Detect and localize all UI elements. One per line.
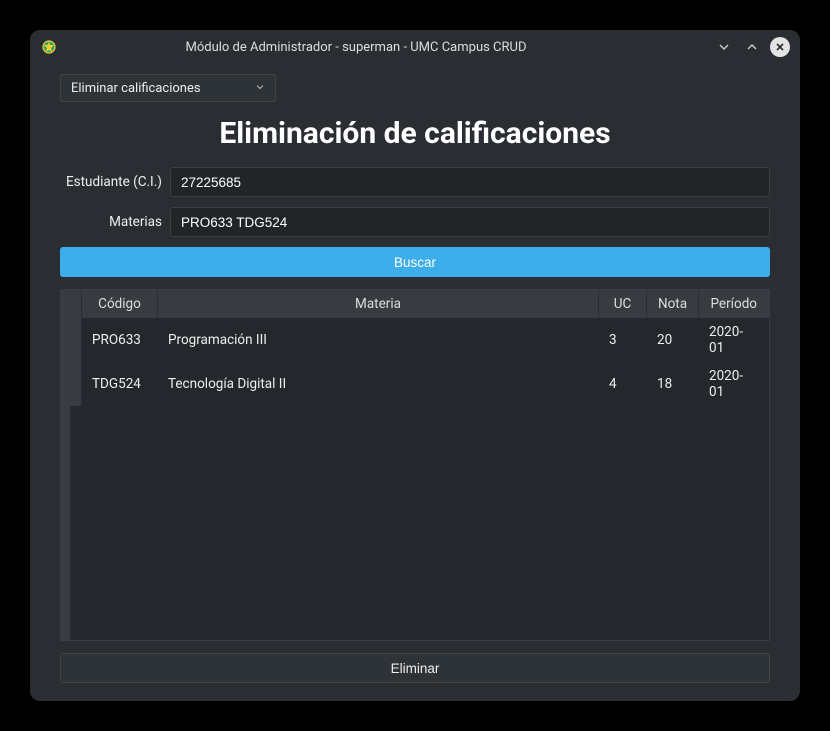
row-header-fill <box>61 406 71 640</box>
close-button[interactable] <box>770 37 790 57</box>
results-table: Código Materia UC Nota Período PRO633Pro… <box>61 290 769 406</box>
table-header-row: Código Materia UC Nota Período <box>61 290 769 318</box>
app-window: Módulo de Administrador - superman - UMC… <box>30 30 800 701</box>
cell-uc: 3 <box>599 318 647 362</box>
titlebar: Módulo de Administrador - superman - UMC… <box>30 30 800 64</box>
maximize-button[interactable] <box>742 37 762 57</box>
action-select[interactable]: Eliminar calificaciones <box>60 74 276 102</box>
student-row: Estudiante (C.I.) <box>60 167 770 197</box>
action-select-value: Eliminar calificaciones <box>71 81 201 96</box>
results-table-container: Código Materia UC Nota Período PRO633Pro… <box>60 289 770 641</box>
col-header-uc[interactable]: UC <box>599 290 647 318</box>
cell-materia: Tecnología Digital II <box>158 362 599 406</box>
minimize-button[interactable] <box>714 37 734 57</box>
cell-nota: 18 <box>647 362 699 406</box>
search-button[interactable]: Buscar <box>60 247 770 277</box>
window-title: Módulo de Administrador - superman - UMC… <box>30 40 714 55</box>
cell-uc: 4 <box>599 362 647 406</box>
cell-codigo: TDG524 <box>82 362 158 406</box>
delete-button[interactable]: Eliminar <box>60 653 770 683</box>
student-id-input[interactable] <box>170 167 770 197</box>
table-row[interactable]: TDG524Tecnología Digital II4182020-01 <box>61 362 769 406</box>
cell-periodo: 2020-01 <box>699 362 769 406</box>
subjects-input[interactable] <box>170 207 770 237</box>
page-title: Eliminación de calificaciones <box>60 116 770 151</box>
table-row[interactable]: PRO633Programación III3202020-01 <box>61 318 769 362</box>
titlebar-controls <box>714 37 790 57</box>
content-area: Eliminar calificaciones Eliminación de c… <box>30 64 800 701</box>
row-header-cell <box>61 362 82 406</box>
student-label: Estudiante (C.I.) <box>60 174 162 190</box>
row-header-cell <box>61 318 82 362</box>
table-fill <box>61 406 769 640</box>
subjects-row: Materias <box>60 207 770 237</box>
cell-periodo: 2020-01 <box>699 318 769 362</box>
chevron-down-icon <box>255 82 265 95</box>
col-header-codigo[interactable]: Código <box>82 290 158 318</box>
col-header-periodo[interactable]: Período <box>699 290 769 318</box>
row-header-stub <box>61 290 82 318</box>
cell-codigo: PRO633 <box>82 318 158 362</box>
subjects-label: Materias <box>60 214 162 230</box>
col-header-materia[interactable]: Materia <box>158 290 599 318</box>
cell-nota: 20 <box>647 318 699 362</box>
col-header-nota[interactable]: Nota <box>647 290 699 318</box>
cell-materia: Programación III <box>158 318 599 362</box>
